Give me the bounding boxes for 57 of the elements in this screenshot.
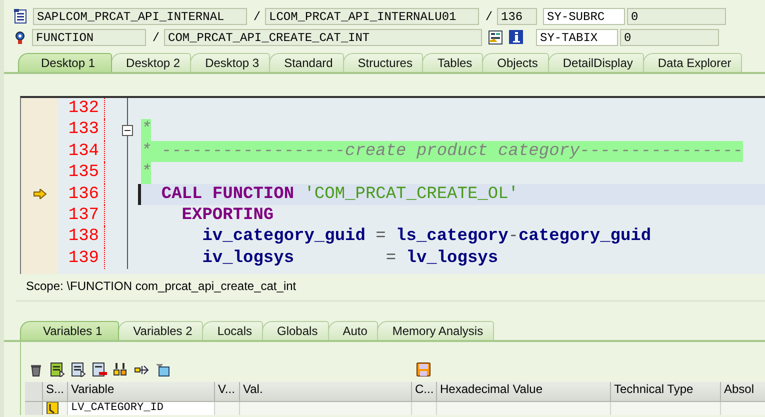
output-field: 0: [620, 29, 719, 46]
line-number: 134: [58, 140, 105, 162]
tab[interactable]: Tables: [422, 53, 484, 72]
separator-text: /: [252, 10, 262, 24]
column-header[interactable]: C...: [412, 382, 437, 402]
column-header[interactable]: V...: [215, 382, 240, 402]
separator-text: /: [151, 30, 161, 44]
filter-folder-icon[interactable]: [155, 362, 170, 377]
line-number: 137: [58, 204, 105, 226]
tab[interactable]: Variables 1: [20, 321, 120, 340]
tab[interactable]: Desktop 3: [190, 53, 270, 72]
column-header[interactable]: Val.: [240, 382, 412, 402]
tab[interactable]: Desktop 1: [18, 53, 112, 72]
tab[interactable]: Structures: [342, 53, 424, 72]
tab[interactable]: Locals: [202, 321, 263, 340]
tab[interactable]: Objects: [482, 53, 549, 72]
output-field: SAPLCOM_PRCAT_API_INTERNAL: [33, 8, 247, 25]
line-number: 133: [58, 119, 105, 141]
variable-name: LV_CATEGORY_ID: [68, 402, 215, 415]
tab[interactable]: Variables 2: [118, 321, 204, 340]
output-field: 136: [497, 8, 537, 25]
scope-text: Scope: \FUNCTION com_prcat_api_create_cat_int: [26, 279, 296, 293]
tab[interactable]: Globals: [262, 321, 329, 340]
column-header[interactable]: Variable: [68, 382, 215, 402]
tab[interactable]: Standard: [269, 53, 344, 72]
output-field: 0: [627, 8, 726, 25]
collapse-icon[interactable]: [122, 124, 133, 136]
output-field: LCOM_PRCAT_API_INTERNALU01: [265, 8, 479, 25]
list-delete-icon[interactable]: [92, 362, 107, 377]
tab[interactable]: Auto: [328, 321, 378, 340]
column-header[interactable]: Hexadecimal Value: [437, 382, 611, 402]
status-icon: [46, 402, 59, 414]
code-line: iv_logsys = lv_logsys: [201, 248, 500, 270]
tab[interactable]: DetailDisplay: [548, 53, 644, 72]
line-number: 132: [58, 98, 105, 120]
column-header[interactable]: S...: [43, 382, 68, 402]
trash-icon[interactable]: [29, 362, 44, 377]
output-field: COM_PRCAT_API_CREATE_CAT_INT: [164, 29, 482, 46]
line-number: 138: [58, 226, 105, 248]
tab[interactable]: Memory Analysis: [377, 321, 494, 340]
code-line: EXPORTING: [180, 204, 275, 226]
save-icon[interactable]: [416, 362, 431, 377]
program-list-icon: [14, 9, 27, 24]
output-field: FUNCTION: [32, 29, 146, 46]
column-header[interactable]: Absol: [721, 382, 765, 402]
line-number: 139: [58, 248, 105, 270]
line-number: 136: [58, 184, 105, 205]
system-field-name[interactable]: SY-TABIX: [536, 29, 618, 46]
info-icon[interactable]: [509, 30, 523, 44]
separator-text: /: [484, 10, 494, 24]
tab[interactable]: Desktop 2: [111, 53, 192, 72]
code-line: iv_category_guid = ls_category-category_guid: [201, 226, 652, 248]
system-field-name[interactable]: SY-SUBRC: [543, 8, 625, 25]
column-header[interactable]: Technical Type: [611, 382, 721, 402]
boxes-down-icon[interactable]: [113, 362, 128, 377]
line-number: 135: [58, 162, 105, 184]
tab[interactable]: Data Explorer: [642, 53, 742, 72]
